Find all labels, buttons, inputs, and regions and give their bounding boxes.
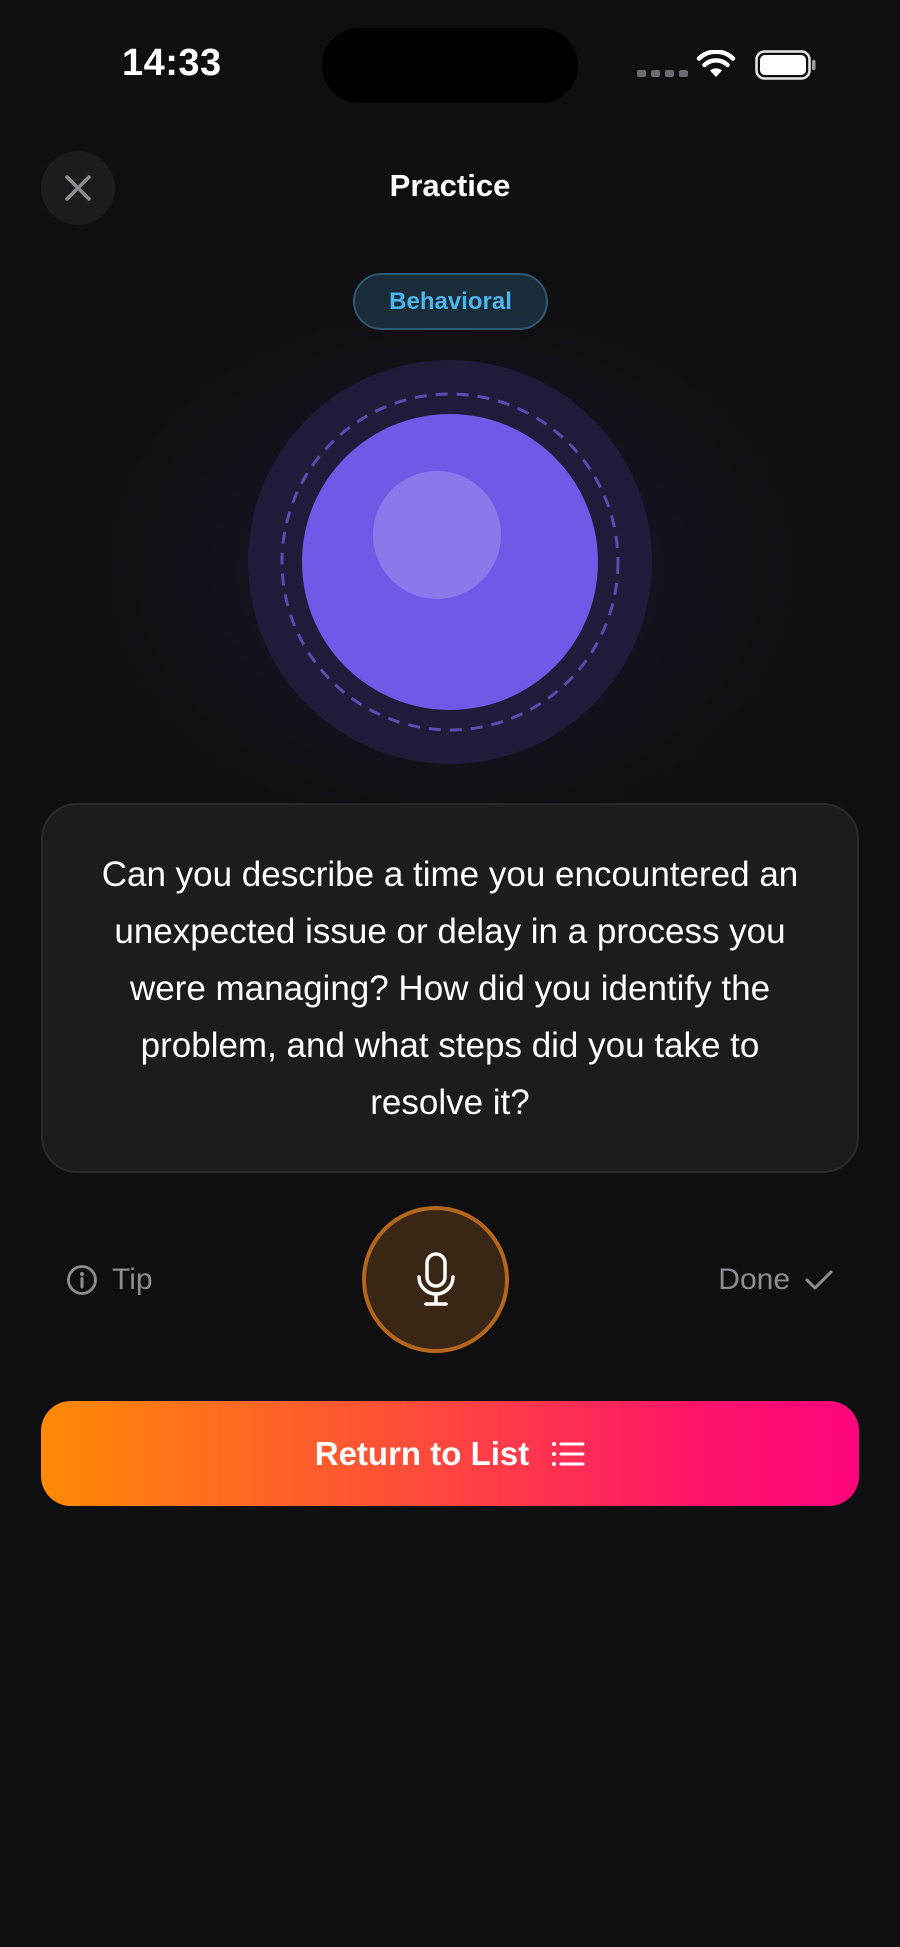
question-text: Can you describe a time you encountered … bbox=[101, 854, 799, 1122]
record-button[interactable] bbox=[362, 1206, 509, 1353]
microphone-icon bbox=[416, 1251, 455, 1306]
orb-graphic bbox=[248, 360, 652, 764]
tip-label: Tip bbox=[112, 1263, 153, 1296]
wifi-icon bbox=[696, 50, 736, 77]
checkmark-icon bbox=[805, 1270, 833, 1290]
list-icon bbox=[552, 1441, 585, 1466]
done-label: Done bbox=[718, 1263, 790, 1296]
voice-orb bbox=[0, 300, 900, 840]
question-card: Can you describe a time you encountered … bbox=[41, 803, 859, 1173]
battery-icon bbox=[755, 50, 816, 80]
practice-screen: 14:33 Practice Behavioral Can you descri… bbox=[0, 0, 900, 1947]
cellular-signal-icon bbox=[637, 70, 688, 77]
page-title: Practice bbox=[389, 168, 511, 203]
return-to-list-button[interactable]: Return to List bbox=[41, 1401, 859, 1506]
done-button[interactable]: Done bbox=[718, 1262, 834, 1298]
orb-highlight bbox=[373, 471, 501, 599]
return-to-list-label: Return to List bbox=[314, 1434, 530, 1472]
tip-button[interactable]: Tip bbox=[66, 1262, 153, 1298]
info-icon bbox=[67, 1265, 97, 1295]
status-time: 14:33 bbox=[122, 42, 222, 84]
dynamic-island bbox=[322, 28, 578, 103]
